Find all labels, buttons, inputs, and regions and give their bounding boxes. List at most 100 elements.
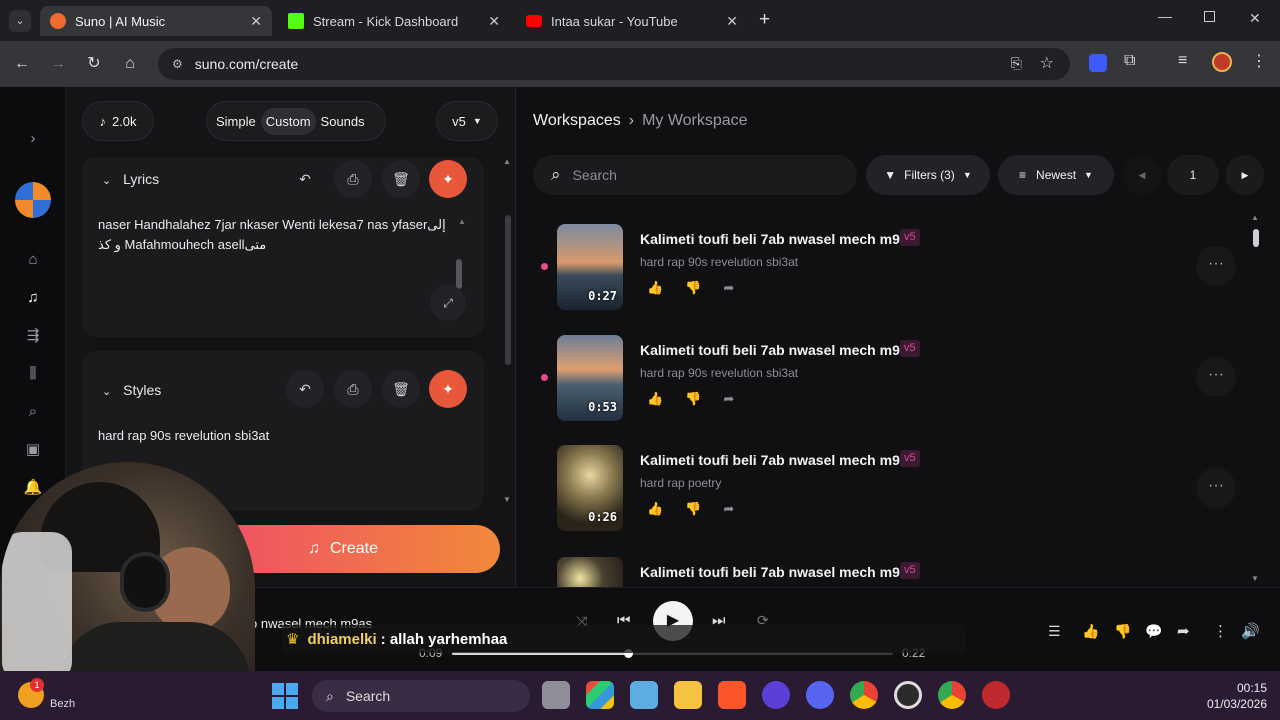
lyrics-header[interactable]: ⌄ Lyrics: [102, 171, 159, 187]
bookmark-star-icon[interactable]: ☆: [1040, 53, 1054, 73]
sort-button[interactable]: ≡ Newest ▼: [998, 155, 1114, 195]
share-icon[interactable]: ➦: [723, 391, 756, 406]
thumbs-down-icon[interactable]: 👎: [685, 391, 723, 406]
windows-start-icon[interactable]: [272, 683, 298, 709]
song-title[interactable]: Kalimeti toufi beli 7ab nwasel mech m9as: [640, 231, 915, 247]
app-icon[interactable]: [762, 681, 790, 709]
styles-header[interactable]: ⌄ Styles: [102, 382, 161, 398]
save-bookmark-icon[interactable]: ⎙: [334, 370, 372, 408]
create-music-icon[interactable]: ♫: [23, 288, 43, 308]
profile-avatar[interactable]: [1212, 52, 1232, 72]
mode-custom[interactable]: Custom: [260, 107, 316, 135]
song-cover[interactable]: [557, 557, 623, 587]
extensions-puzzle-icon[interactable]: ⧉: [1124, 52, 1135, 70]
comment-icon[interactable]: 💬: [1145, 623, 1162, 640]
more-options-icon[interactable]: ⋮: [1213, 622, 1228, 640]
magic-wand-icon[interactable]: ✦: [429, 160, 467, 198]
system-clock[interactable]: 00:15 01/03/2026: [1199, 680, 1267, 712]
thumbs-up-icon[interactable]: 👍: [647, 280, 685, 295]
filters-button[interactable]: ▼ Filters (3) ▼: [866, 155, 990, 195]
chrome-icon[interactable]: [850, 681, 878, 709]
song-title[interactable]: Kalimeti toufi beli 7ab nwasel mech m9as: [640, 564, 915, 580]
song-style[interactable]: hard rap 90s revelution sbi3at: [640, 366, 798, 380]
share-icon[interactable]: ➦: [723, 280, 756, 295]
reload-icon[interactable]: ↻: [83, 53, 105, 75]
search-input[interactable]: ⌕ Search: [533, 155, 857, 195]
library-icon[interactable]: ⫼: [23, 364, 43, 384]
song-row[interactable]: 0:53 Kalimeti toufi beli 7ab nwasel mech…: [541, 335, 1241, 431]
hooks-icon[interactable]: ▣: [23, 440, 43, 460]
expand-chevron-icon[interactable]: ›: [23, 129, 43, 149]
new-tab-icon[interactable]: +: [759, 9, 770, 31]
more-options-icon[interactable]: ···: [1196, 357, 1236, 397]
tab-suno[interactable]: Suno | AI Music ✕: [40, 6, 272, 36]
close-tab-icon[interactable]: ✕: [488, 13, 500, 30]
chrome-icon[interactable]: [938, 681, 966, 709]
queue-icon[interactable]: ☰: [1048, 623, 1061, 640]
thumbs-down-icon[interactable]: 👎: [685, 280, 723, 295]
expand-icon[interactable]: ⤢: [430, 285, 466, 321]
mode-sounds[interactable]: Sounds: [316, 108, 370, 135]
scroll-up-icon[interactable]: ▲: [1251, 213, 1259, 222]
forward-arrow-icon[interactable]: →: [47, 53, 69, 75]
volume-icon[interactable]: 🔊: [1241, 622, 1260, 640]
more-options-icon[interactable]: ···: [1196, 468, 1236, 508]
breadcrumb-workspaces[interactable]: Workspaces: [533, 112, 621, 130]
scroll-down-icon[interactable]: ▼: [503, 495, 511, 504]
obs-icon[interactable]: [894, 681, 922, 709]
song-list-scrollbar[interactable]: [1253, 229, 1259, 247]
undo-icon[interactable]: ↶: [286, 160, 324, 198]
minimize-icon[interactable]: —: [1158, 8, 1172, 24]
delete-trash-icon[interactable]: 🗑: [382, 160, 420, 198]
lyrics-scrollbar[interactable]: [456, 259, 462, 289]
address-bar[interactable]: ⚙ suno.com/create ⎘ ☆: [158, 48, 1070, 80]
thumbs-down-icon[interactable]: 👎: [1114, 623, 1131, 640]
thumbs-up-icon[interactable]: 👍: [1082, 623, 1099, 640]
install-app-icon[interactable]: ⎘: [1011, 55, 1022, 72]
song-row[interactable]: 0:26 Kalimeti toufi beli 7ab nwasel mech…: [541, 445, 1241, 541]
song-title[interactable]: Kalimeti toufi beli 7ab nwasel mech m9as: [640, 342, 915, 358]
site-info-icon[interactable]: ⚙: [172, 57, 183, 71]
song-style[interactable]: hard rap 90s revelution sbi3at: [640, 255, 798, 269]
tab-youtube[interactable]: Intaa sukar - YouTube ✕: [516, 6, 748, 36]
search-icon[interactable]: ⌕: [23, 402, 43, 422]
scroll-up-icon[interactable]: ▲: [458, 217, 466, 226]
song-row[interactable]: 0:27 Kalimeti toufi beli 7ab nwasel mech…: [541, 224, 1241, 320]
scroll-up-icon[interactable]: ▲: [503, 157, 511, 166]
thumbs-up-icon[interactable]: 👍: [647, 391, 685, 406]
song-cover[interactable]: 0:53: [557, 335, 623, 421]
maximize-icon[interactable]: [1204, 11, 1215, 22]
more-options-icon[interactable]: ···: [1196, 246, 1236, 286]
studio-icon[interactable]: ⇶: [23, 326, 43, 346]
prev-page-icon[interactable]: ◀: [1123, 155, 1161, 195]
task-view-icon[interactable]: [542, 681, 570, 709]
store-icon[interactable]: [630, 681, 658, 709]
share-icon[interactable]: ➦: [1177, 622, 1190, 640]
song-row[interactable]: Kalimeti toufi beli 7ab nwasel mech m9as…: [541, 557, 1241, 587]
close-window-icon[interactable]: ✕: [1249, 10, 1261, 27]
tab-kick[interactable]: Stream - Kick Dashboard ✕: [278, 6, 510, 36]
panel-scrollbar[interactable]: [505, 215, 511, 365]
save-bookmark-icon[interactable]: ⎙: [334, 160, 372, 198]
brave-browser-icon[interactable]: [718, 681, 746, 709]
tab-search-chevron-icon[interactable]: ⌄: [9, 10, 31, 32]
song-cover[interactable]: 0:27: [557, 224, 623, 310]
close-tab-icon[interactable]: ✕: [250, 13, 262, 30]
close-tab-icon[interactable]: ✕: [726, 13, 738, 30]
home-icon[interactable]: ⌂: [23, 250, 43, 270]
delete-trash-icon[interactable]: 🗑: [382, 370, 420, 408]
mode-simple[interactable]: Simple: [211, 108, 261, 135]
song-title[interactable]: Kalimeti toufi beli 7ab nwasel mech m9as: [640, 452, 915, 468]
browser-menu-icon[interactable]: ⋮: [1251, 51, 1267, 71]
styles-input[interactable]: hard rap 90s revelution sbi3at: [98, 428, 269, 443]
user-avatar[interactable]: [15, 182, 51, 218]
credits-badge[interactable]: ♪ 2.0k: [82, 101, 154, 141]
magic-wand-icon[interactable]: ✦: [429, 370, 467, 408]
media-controls-icon[interactable]: ≡: [1178, 52, 1187, 70]
lyrics-textarea[interactable]: naser Handhalahez 7jar nkaser Wenti leke…: [98, 215, 458, 255]
back-arrow-icon[interactable]: ←: [11, 53, 33, 75]
extension-shield-icon[interactable]: [1089, 54, 1107, 72]
scroll-down-icon[interactable]: ▼: [1251, 574, 1259, 583]
song-cover[interactable]: 0:26: [557, 445, 623, 531]
widgets-icon[interactable]: [586, 681, 614, 709]
